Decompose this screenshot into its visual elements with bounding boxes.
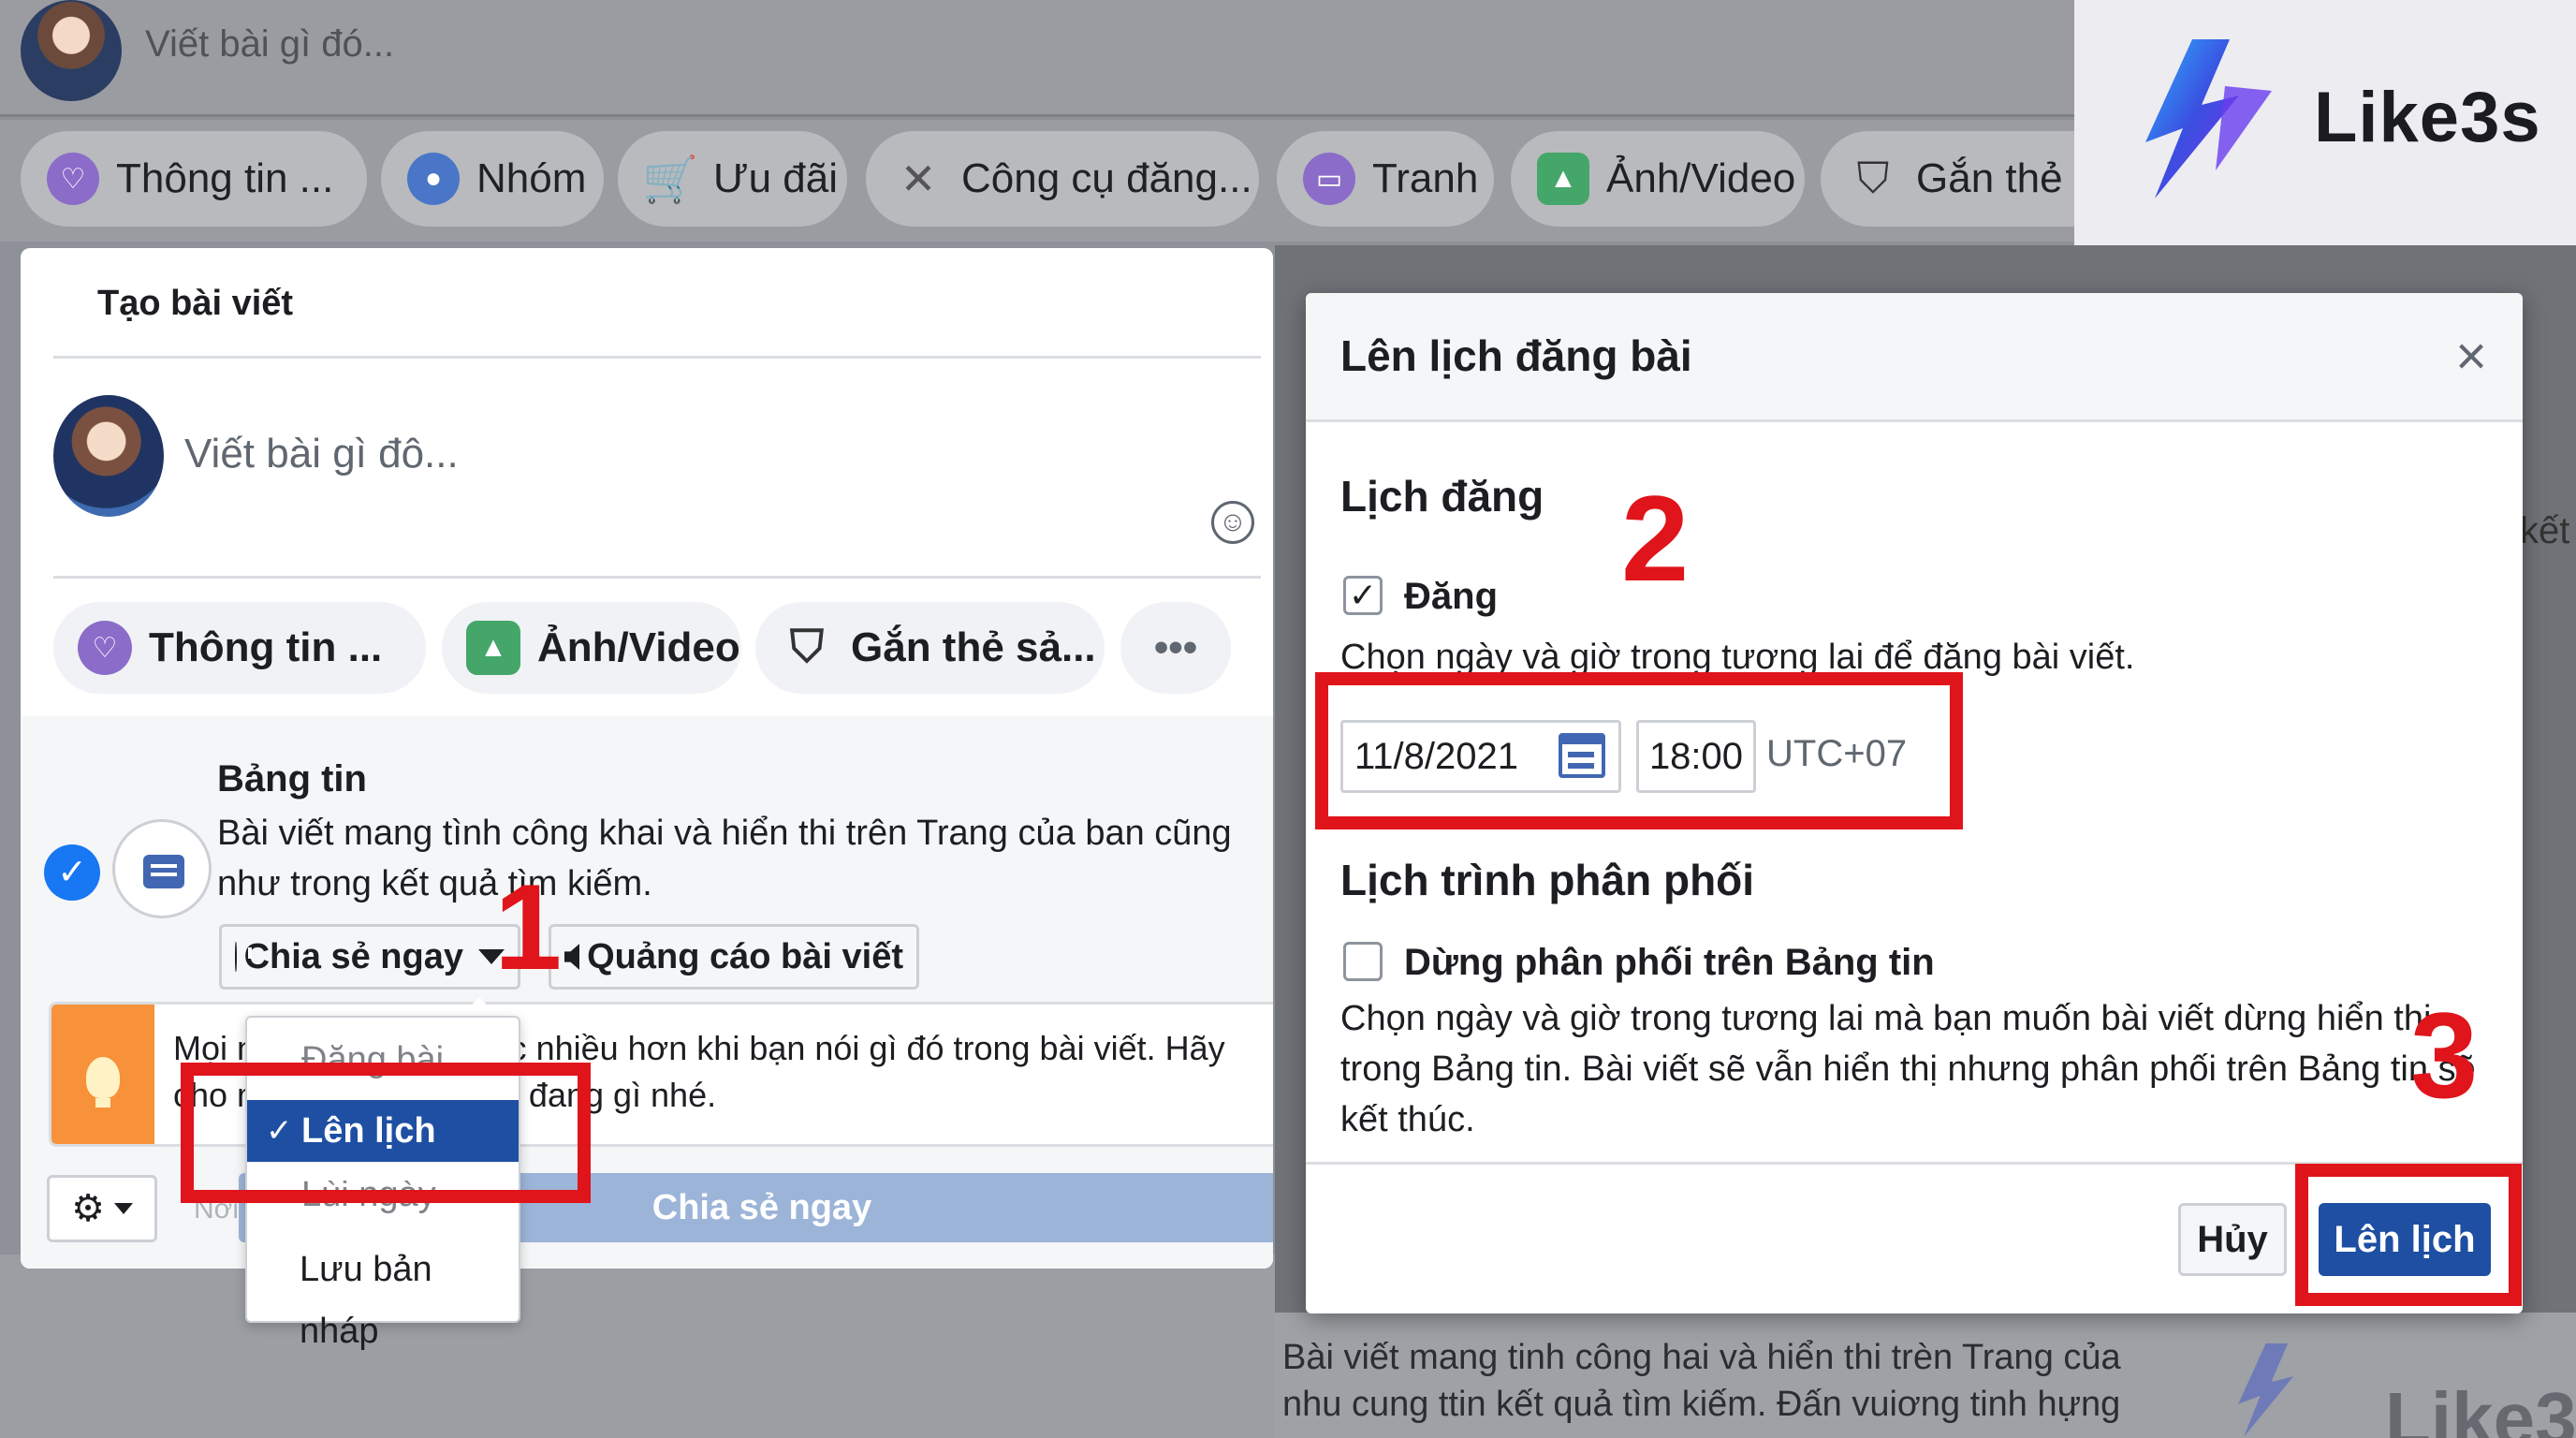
brand-logo-icon bbox=[2145, 39, 2272, 198]
annotation-step2: 2 bbox=[1621, 470, 1690, 607]
close-icon[interactable]: × bbox=[2445, 330, 2497, 384]
pill-label: Ảnh/Video bbox=[1606, 155, 1796, 201]
annotation-step3: 3 bbox=[2410, 987, 2479, 1123]
pill-label: Ưu đãi bbox=[713, 155, 838, 201]
canvas-icon: ▭ bbox=[1303, 153, 1355, 205]
distribution-section-title: Lịch trình phân phối bbox=[1340, 856, 1755, 904]
photo-icon: ▲ bbox=[1537, 153, 1589, 205]
news-feed-icon bbox=[112, 819, 212, 918]
pill-label: Gắn thẻ s bbox=[1916, 155, 2075, 201]
publish-checkbox[interactable]: ✓ bbox=[1343, 576, 1383, 615]
stop-distribution-label: Dừng phân phối trên Bảng tin bbox=[1404, 942, 1935, 983]
background-pill-info[interactable]: ♡ Thông tin ... bbox=[21, 131, 367, 227]
lightbulb-icon bbox=[51, 1005, 154, 1144]
pill-label: Công cụ đăng... bbox=[961, 155, 1252, 201]
annotation-box-step2 bbox=[1315, 672, 1963, 829]
shopping-bag-icon: ⛉ bbox=[789, 623, 824, 672]
promote-label: Quảng cáo bài viết bbox=[587, 936, 903, 976]
gear-icon: ⚙ bbox=[71, 1188, 105, 1229]
stop-distribution-hint: Chọn ngày và giờ trong tương lai mà bạn … bbox=[1340, 999, 2476, 1139]
menu-item-save-draft[interactable]: Lưu bản nháp bbox=[247, 1239, 519, 1351]
share-now-label: Chia sẻ ngay bbox=[243, 936, 463, 976]
background-compose-placeholder[interactable]: Viết bài gì đó... bbox=[145, 23, 394, 66]
background-pill-tools[interactable]: ✕ Công cụ đăng... bbox=[866, 131, 1259, 227]
tag-product-pill-button[interactable]: ⛉ Gắn thẻ sả... bbox=[755, 602, 1105, 694]
pill-label: Thông tin ... bbox=[149, 624, 383, 670]
cart-icon: 🛒 bbox=[642, 154, 698, 205]
tools-icon: ✕ bbox=[900, 154, 937, 203]
annotation-step1: 1 bbox=[494, 858, 563, 995]
background-pill-canvas[interactable]: ▭ Tranh bbox=[1277, 131, 1494, 227]
pill-label: Nhóm bbox=[476, 155, 587, 201]
promote-post-button[interactable]: Quảng cáo bài viết bbox=[549, 924, 919, 990]
stop-distribution-checkbox[interactable] bbox=[1343, 942, 1383, 981]
brand-watermark-icon bbox=[2238, 1343, 2293, 1437]
background-lower-left bbox=[0, 1255, 1275, 1438]
brand-watermark-text: Like3s bbox=[2385, 1377, 2576, 1438]
background-pill-photo[interactable]: ▲ Ảnh/Video bbox=[1511, 131, 1805, 227]
background-post-text: Bài viết mang tinh công hai và hiển thi … bbox=[1282, 1338, 2121, 1438]
feed-description: Bài viết mang tình công khai và hiển thi… bbox=[217, 814, 1232, 903]
pill-label: Tranh bbox=[1372, 155, 1479, 201]
photo-video-pill-button[interactable]: ▲ Ảnh/Video bbox=[442, 602, 741, 694]
shopping-bag-icon: ⛉ bbox=[1856, 154, 1890, 202]
brand-name: Like3s bbox=[2314, 78, 2541, 157]
divider bbox=[53, 356, 1261, 359]
create-post-title: Tạo bài viết bbox=[97, 284, 294, 323]
heart-icon: ♡ bbox=[78, 621, 132, 675]
more-options-button[interactable]: ••• bbox=[1120, 602, 1231, 694]
feed-checkbox[interactable]: ✓ bbox=[44, 844, 100, 901]
background-pill-offer[interactable]: 🛒 Ưu đãi bbox=[618, 131, 847, 227]
feed-title: Bảng tin bbox=[217, 758, 367, 800]
dialog-title: Lên lịch đăng bài bbox=[1340, 331, 1692, 380]
schedule-section-title: Lịch đăng bbox=[1340, 472, 1544, 521]
group-icon: ● bbox=[407, 153, 460, 205]
post-text-input[interactable]: Viết bài gì đô... bbox=[184, 431, 459, 477]
info-pill-button[interactable]: ♡ Thông tin ... bbox=[53, 602, 426, 694]
publish-checkbox-label: Đăng bbox=[1404, 576, 1498, 617]
chevron-down-icon bbox=[113, 1203, 133, 1214]
annotation-box-step1 bbox=[181, 1063, 591, 1203]
share-now-dropdown[interactable]: Chia sẻ ngay bbox=[219, 924, 520, 990]
pill-label: Gắn thẻ sả... bbox=[851, 624, 1096, 670]
background-pill-group[interactable]: ● Nhóm bbox=[381, 131, 604, 227]
annotation-box-step3 bbox=[2295, 1164, 2522, 1306]
background-avatar bbox=[21, 0, 122, 101]
emoji-icon[interactable]: ☺ bbox=[1211, 501, 1254, 544]
more-icon: ••• bbox=[1153, 624, 1198, 670]
avatar bbox=[53, 395, 164, 517]
cancel-button[interactable]: Hủy bbox=[2178, 1203, 2287, 1276]
settings-dropdown[interactable]: ⚙ bbox=[47, 1175, 157, 1242]
pill-label: Thông tin ... bbox=[116, 155, 334, 201]
background-side-text: kết bbox=[2520, 510, 2570, 551]
megaphone-icon bbox=[564, 944, 580, 970]
heart-icon: ♡ bbox=[47, 153, 99, 205]
divider bbox=[53, 576, 1261, 579]
photo-icon: ▲ bbox=[466, 621, 520, 675]
pill-label: Ảnh/Video bbox=[537, 624, 740, 670]
background-pill-tag[interactable]: ⛉ Gắn thẻ s bbox=[1821, 131, 2075, 227]
dropdown-arrow bbox=[459, 997, 500, 1018]
clock-icon bbox=[235, 942, 249, 972]
